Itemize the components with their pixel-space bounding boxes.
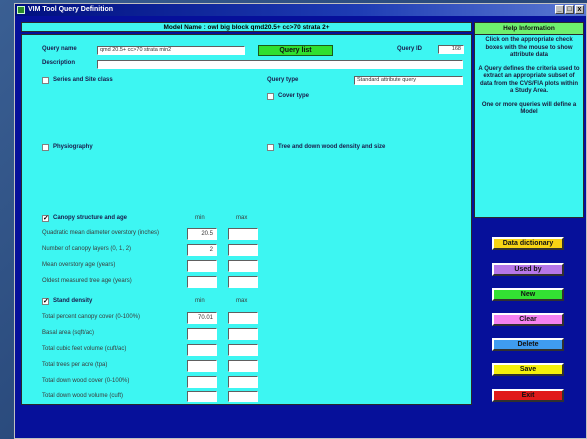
delete-button[interactable]: Delete [492, 338, 564, 351]
used-by-button[interactable]: Used by [492, 263, 564, 276]
maximize-icon[interactable]: □ [565, 5, 574, 14]
density-min-input[interactable] [187, 376, 217, 388]
query-id-label: Query ID [397, 46, 423, 52]
density-max-input[interactable] [228, 391, 258, 402]
window-title: VIM Tool Query Definition [28, 6, 114, 13]
canopy-max-input[interactable] [228, 244, 258, 256]
tree-down-wood-checkbox[interactable] [267, 144, 274, 151]
physiography-checkbox[interactable] [42, 144, 49, 151]
canopy-max-input[interactable] [228, 276, 258, 288]
canopy-max-input[interactable] [228, 228, 258, 240]
minimize-icon[interactable]: _ [555, 5, 564, 14]
save-button[interactable]: Save [492, 363, 564, 376]
density-min-input[interactable] [187, 391, 217, 402]
density-min-input[interactable] [187, 344, 217, 356]
app-icon [17, 6, 25, 14]
description-input[interactable] [97, 60, 463, 69]
description-label: Description [42, 60, 76, 66]
density-row-label: Total trees per acre (tpa) [42, 362, 108, 368]
canopy-min-header: min [195, 215, 205, 221]
canopy-min-input[interactable] [187, 276, 217, 288]
physiography-label: Physiography [53, 144, 93, 150]
query-panel: Query name qmd 20.5+ cc>70 strata min2 Q… [21, 34, 472, 405]
tree-down-wood-label: Tree and down wood density and size [278, 144, 386, 150]
help-body: Click on the appropriate check boxes wit… [478, 37, 580, 123]
canopy-min-input[interactable]: 2 [187, 244, 217, 256]
canopy-label: Canopy structure and age [53, 215, 128, 221]
new-button[interactable]: New [492, 288, 564, 301]
density-min-input[interactable] [187, 328, 217, 340]
density-row-label: Total percent canopy cover (0-100%) [42, 314, 141, 320]
density-row-label: Total cubic feet volume (cuft/ac) [42, 346, 127, 352]
help-paragraph: One or more queries will define a Model [481, 101, 577, 116]
query-name-label: Query name [42, 46, 77, 52]
exit-button[interactable]: Exit [492, 389, 564, 402]
canopy-max-input[interactable] [228, 260, 258, 272]
stand-density-label: Stand density [53, 298, 93, 304]
close-icon[interactable]: x [575, 5, 584, 14]
stand-density-checkbox[interactable]: ✓ [42, 298, 49, 305]
density-max-input[interactable] [228, 312, 258, 324]
query-type-label: Query type [267, 77, 299, 83]
density-row-label: Basal area (sqft/ac) [42, 330, 95, 336]
query-type-field[interactable]: Standard attribute query [354, 76, 463, 85]
title-bar: VIM Tool Query Definition _ □ x [15, 4, 586, 16]
canopy-row-label: Number of canopy layers (0, 1, 2) [42, 246, 132, 252]
query-definition-window: VIM Tool Query Definition _ □ x Model Na… [14, 3, 587, 439]
cover-type-checkbox[interactable] [267, 93, 274, 100]
help-paragraph: Click on the appropriate check boxes wit… [485, 37, 573, 58]
canopy-checkbox[interactable]: ✓ [42, 215, 49, 222]
density-min-header: min [195, 298, 205, 304]
help-paragraph: A Query defines the criteria used to ext… [478, 65, 580, 95]
density-max-header: max [236, 298, 248, 304]
series-site-checkbox[interactable] [42, 77, 49, 84]
density-max-input[interactable] [228, 344, 258, 356]
density-max-input[interactable] [228, 328, 258, 340]
density-min-input[interactable]: 70.01 [187, 312, 217, 324]
data-dictionary-button[interactable]: Data dictionary [492, 237, 564, 250]
query-name-input[interactable]: qmd 20.5+ cc>70 strata min2 [97, 46, 245, 55]
help-header: Help Information [475, 23, 583, 35]
canopy-row-label: Quadratic mean diameter overstory (inche… [42, 230, 160, 236]
density-row-label: Total down wood cover (0-100%) [42, 378, 130, 384]
series-site-label: Series and Site class [53, 77, 113, 83]
model-name-bar: Model Name : owl big block qmd20.5+ cc>7… [21, 22, 472, 32]
canopy-row-label: Oldest measured tree age (years) [42, 278, 132, 284]
density-max-input[interactable] [228, 376, 258, 388]
canopy-min-input[interactable]: 20.5 [187, 228, 217, 240]
query-list-button[interactable]: Query list [258, 45, 333, 56]
cover-type-label: Cover type [278, 93, 310, 99]
query-id-field: 168 [438, 45, 464, 54]
canopy-row-label: Mean overstory age (years) [42, 262, 116, 268]
canopy-min-input[interactable] [187, 260, 217, 272]
density-min-input[interactable] [187, 360, 217, 372]
density-row-label: Total down wood volume (cuft) [42, 393, 124, 399]
window-controls: _ □ x [555, 5, 584, 15]
clear-button[interactable]: Clear [492, 313, 564, 326]
help-panel: Help Information Click on the appropriat… [474, 22, 584, 218]
canopy-max-header: max [236, 215, 248, 221]
density-max-input[interactable] [228, 360, 258, 372]
